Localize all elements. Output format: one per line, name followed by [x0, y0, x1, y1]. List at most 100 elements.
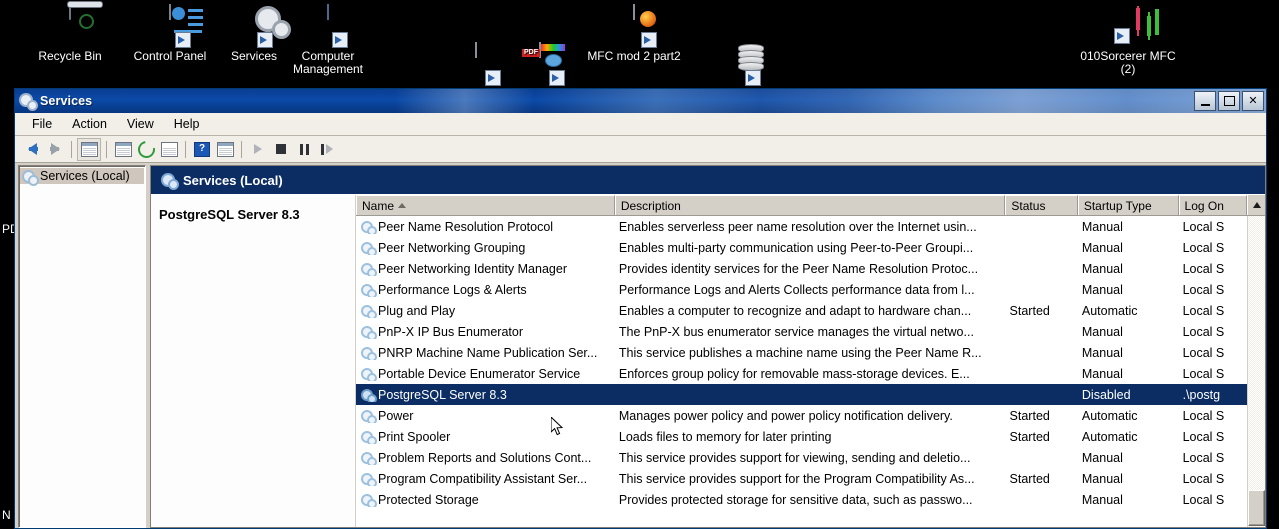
menu-help[interactable]: Help — [165, 115, 209, 134]
services-gear-icon — [361, 283, 377, 297]
stop-service-button[interactable] — [270, 139, 292, 160]
column-header-log-on[interactable]: Log On — [1178, 195, 1247, 215]
column-header-startup-type[interactable]: Startup Type — [1077, 195, 1179, 215]
table-row[interactable]: PostgreSQL Server 8.3 Disabled .\postg — [356, 384, 1247, 405]
scroll-up-button[interactable] — [1247, 195, 1265, 215]
table-row[interactable]: Program Compatibility Assistant Ser... Th… — [356, 468, 1247, 489]
service-description-cell: The PnP-X bus enumerator service manages… — [618, 324, 974, 339]
recycle-bin-icon — [49, 4, 91, 48]
scrollbar-track[interactable] — [1248, 216, 1265, 490]
desktop-edge-label-lower: N — [2, 508, 11, 522]
menu-view[interactable]: View — [118, 115, 163, 134]
services-gear-icon — [361, 388, 377, 402]
maximize-button[interactable] — [1218, 91, 1240, 111]
properties-button[interactable] — [112, 139, 134, 160]
pause-service-button[interactable] — [293, 139, 315, 160]
service-logon-cell: .\postg — [1182, 387, 1221, 402]
desktop-icon-mfc-mod-2-part2[interactable]: MFC mod 2 part2 — [586, 4, 682, 63]
table-row[interactable]: Performance Logs & Alerts Performance Log… — [356, 279, 1247, 300]
desktop-icon-disk-stack[interactable] — [690, 44, 786, 88]
table-row[interactable]: Plug and Play Enables a computer to recog… — [356, 300, 1247, 321]
refresh-icon — [134, 137, 158, 161]
desktop-icon-recycle-bin[interactable]: Recycle Bin — [22, 4, 118, 63]
close-button[interactable]: ✕ — [1242, 91, 1264, 111]
service-startup-type-cell: Manual — [1081, 366, 1123, 381]
desktop-icon-computer-management[interactable]: Computer Management — [280, 4, 376, 76]
menu-action[interactable]: Action — [63, 115, 116, 134]
services-window: Services ✕ File Action View Help ? Servi… — [14, 88, 1267, 529]
services-gear-icon — [361, 346, 377, 360]
desktop-icon-010sorcerer-mfc-2[interactable]: 010Sorcerer MFC (2) — [1080, 6, 1176, 76]
service-startup-type-cell: Automatic — [1081, 429, 1138, 444]
show-hide-console-tree-button[interactable] — [77, 137, 101, 161]
results-header-title: Services (Local) — [183, 172, 283, 188]
play-icon — [254, 144, 262, 154]
services-rows: Peer Name Resolution Protocol Enables ser… — [356, 216, 1247, 527]
services-gear-icon — [361, 241, 377, 255]
service-logon-cell: Local S — [1182, 471, 1225, 486]
services-gear-icon — [19, 93, 38, 111]
services-gear-icon — [22, 169, 39, 186]
table-row[interactable]: PnP-X IP Bus Enumerator The PnP-X bus enu… — [356, 321, 1247, 342]
service-logon-cell: Local S — [1182, 240, 1225, 255]
restart-service-button[interactable] — [316, 139, 338, 160]
minimize-button[interactable] — [1194, 91, 1216, 111]
properties-icon — [114, 141, 132, 157]
tree-item-label: Services (Local) — [40, 169, 130, 183]
toolbar: ? — [15, 136, 1266, 163]
service-startup-type-cell: Manual — [1081, 324, 1123, 339]
restart-icon — [321, 143, 333, 155]
service-description-cell: This service provides support for the Pr… — [618, 471, 975, 486]
titlebar-gloss — [395, 89, 1266, 113]
desktop-icon-control-panel[interactable]: Control Panel — [122, 4, 218, 63]
tree-item-services-local[interactable]: Services (Local) — [20, 168, 144, 186]
table-row[interactable]: Portable Device Enumerator Service Enforc… — [356, 363, 1247, 384]
service-logon-cell: Local S — [1182, 408, 1225, 423]
help-button[interactable]: ? — [191, 139, 213, 160]
service-startup-type-cell: Manual — [1081, 240, 1123, 255]
show-action-pane-button[interactable] — [214, 139, 236, 160]
table-row[interactable]: Peer Networking Identity Manager Provides… — [356, 258, 1247, 279]
column-header-status[interactable]: Status — [1005, 195, 1078, 215]
window-titlebar[interactable]: Services ✕ — [15, 89, 1266, 113]
table-row[interactable]: Protected Storage Provides protected stor… — [356, 489, 1247, 510]
service-startup-type-cell: Manual — [1081, 261, 1123, 276]
service-logon-cell: Local S — [1182, 345, 1225, 360]
disk-stack-shortcut-icon — [717, 44, 764, 86]
table-row[interactable]: Print Spooler Loads files to memory for l… — [356, 426, 1247, 447]
toolbar-separator — [106, 140, 107, 158]
services-gear-icon — [361, 451, 377, 465]
document-shortcut-icon — [455, 42, 501, 86]
vertical-scrollbar[interactable] — [1247, 216, 1265, 527]
service-description-cell: Provides protected storage for sensitive… — [618, 492, 973, 507]
table-row[interactable]: PNRP Machine Name Publication Ser... This… — [356, 342, 1247, 363]
service-description-cell: Enables serverless peer name resolution … — [618, 219, 977, 234]
column-header-label: Name — [362, 198, 395, 213]
export-list-button[interactable] — [158, 139, 180, 160]
service-startup-type-cell: Manual — [1081, 345, 1123, 360]
table-row[interactable]: Peer Name Resolution Protocol Enables ser… — [356, 216, 1247, 237]
desktop-icon-label: 010Sorcerer MFC (2) — [1080, 49, 1176, 76]
table-row[interactable]: Peer Networking Grouping Enables multi-pa… — [356, 237, 1247, 258]
services-gear-icon — [161, 173, 179, 190]
service-name-label: Peer Networking Identity Manager — [378, 261, 567, 276]
service-name-label: Performance Logs & Alerts — [378, 282, 527, 297]
service-logon-cell: Local S — [1182, 492, 1225, 507]
service-startup-type-cell: Disabled — [1081, 387, 1131, 402]
services-gear-icon — [361, 367, 377, 381]
column-header-description[interactable]: Description — [614, 195, 1006, 215]
refresh-button[interactable] — [134, 137, 158, 161]
menu-file[interactable]: File — [23, 115, 61, 134]
service-name-cell: PostgreSQL Server 8.3 — [356, 388, 615, 402]
back-button[interactable] — [21, 139, 43, 160]
service-status-cell: Started — [1009, 303, 1050, 318]
column-header-name[interactable]: Name — [356, 195, 615, 215]
desktop-icon-pdf[interactable]: PDF — [492, 42, 588, 88]
table-row[interactable]: Problem Reports and Solutions Cont... Thi… — [356, 447, 1247, 468]
scrollbar-thumb[interactable] — [1248, 490, 1265, 526]
start-service-button[interactable] — [247, 139, 269, 160]
forward-button[interactable] — [44, 139, 66, 160]
services-gear-icon — [361, 262, 377, 276]
table-row[interactable]: Power Manages power policy and power poli… — [356, 405, 1247, 426]
service-startup-type-cell: Automatic — [1081, 303, 1138, 318]
